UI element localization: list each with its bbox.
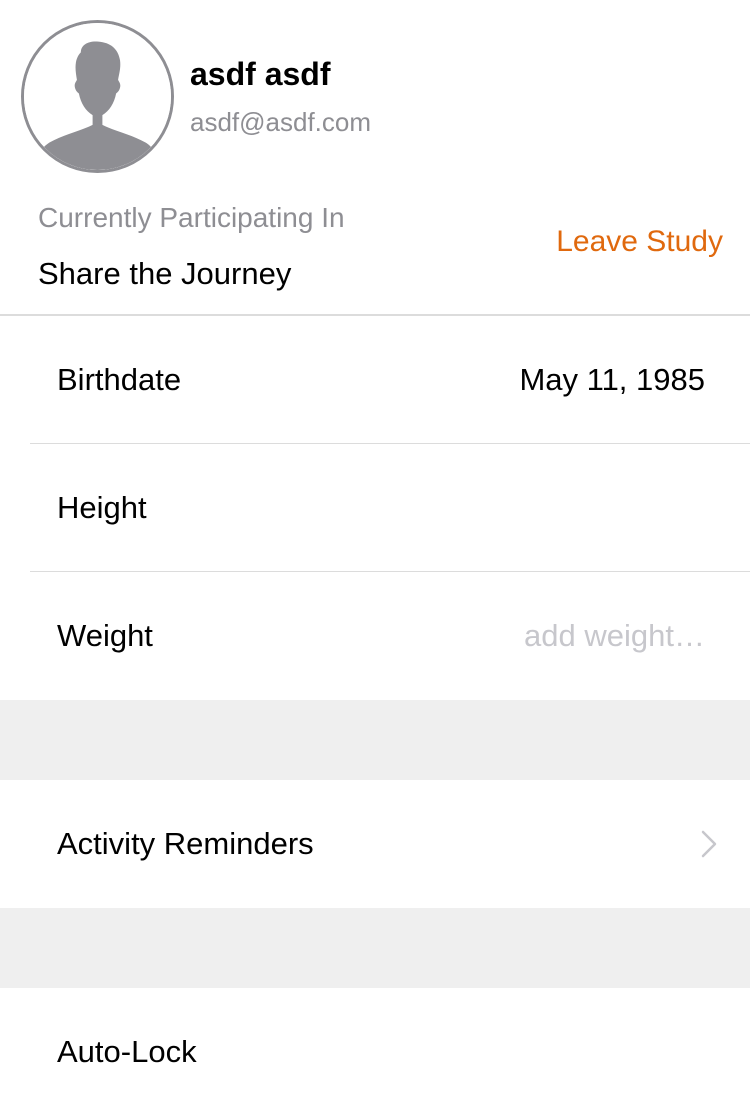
profile-header: asdf asdf asdf@asdf.com Currently Partic… xyxy=(0,0,750,316)
study-name: Share the Journey xyxy=(38,256,292,291)
birthdate-label: Birthdate xyxy=(57,362,182,397)
participating-label: Currently Participating In xyxy=(38,202,345,233)
chevron-right-icon xyxy=(701,830,717,858)
weight-row[interactable]: Weight xyxy=(0,572,750,700)
weight-label: Weight xyxy=(57,618,153,653)
auto-lock-label: Auto-Lock xyxy=(57,1034,197,1069)
auto-lock-row[interactable]: Auto-Lock xyxy=(0,988,750,1106)
user-name: asdf asdf xyxy=(190,56,331,92)
leave-study-button[interactable]: Leave Study xyxy=(556,225,723,259)
profile-page: asdf asdf asdf@asdf.com Currently Partic… xyxy=(0,0,750,1106)
activity-reminders-label: Activity Reminders xyxy=(57,826,314,861)
section-spacer xyxy=(0,700,750,780)
birthdate-row[interactable]: Birthdate May 11, 1985 xyxy=(0,316,750,444)
section-spacer xyxy=(0,908,750,988)
person-silhouette-icon xyxy=(24,23,171,170)
height-label: Height xyxy=(57,490,147,525)
avatar[interactable] xyxy=(21,20,174,173)
activity-reminders-row[interactable]: Activity Reminders xyxy=(0,780,750,908)
birthdate-value[interactable]: May 11, 1985 xyxy=(519,362,705,398)
user-email: asdf@asdf.com xyxy=(190,107,372,137)
height-row[interactable]: Height xyxy=(0,444,750,572)
weight-input[interactable] xyxy=(445,618,705,654)
